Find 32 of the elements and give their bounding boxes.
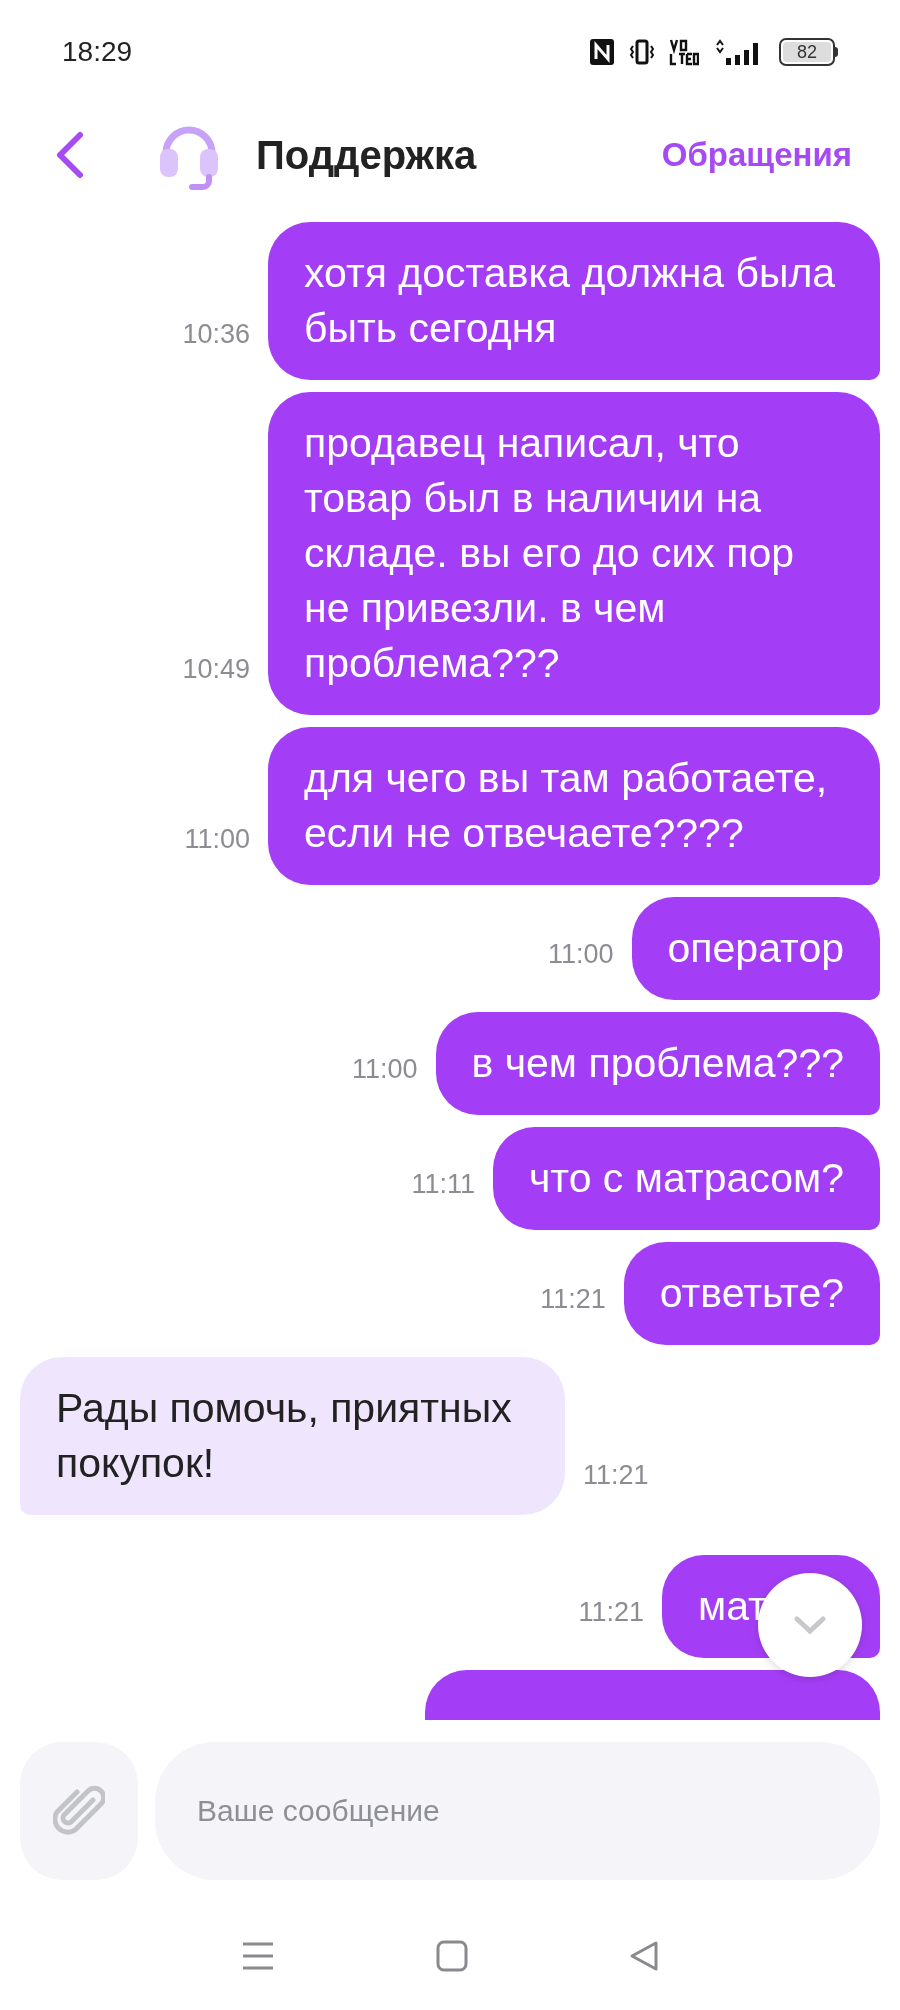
nfc-icon [589,38,615,66]
message-time: 11:11 [411,1167,475,1201]
outgoing-message: оператор [631,897,880,1000]
message-time: 11:21 [583,1458,649,1492]
incoming-message: Рады помочь, приятных покупок! [20,1357,565,1515]
chat-title: Поддержка [256,132,477,179]
vibrate-icon [629,38,655,66]
home-icon[interactable] [436,1940,468,1972]
status-time: 18:29 [62,35,133,69]
back-nav-icon[interactable] [629,1940,660,1972]
outgoing-message: хотя доставка должна была быть сегодня [268,222,880,380]
outgoing-message: ответьте? [623,1242,880,1345]
outgoing-message: для чего вы там работаете, если не отвечаете???? [268,727,880,885]
outgoing-message: что с матрасом? [493,1127,880,1230]
battery-level: 82 [783,42,831,62]
attach-button[interactable] [20,1742,138,1880]
message-time: 11:00 [351,1052,418,1086]
message-time: 11:00 [548,937,614,971]
chevron-down-icon [793,1615,827,1635]
message-time: 11:00 [184,822,250,856]
requests-link[interactable]: Обращения [661,130,852,180]
message-time: 11:21 [540,1282,606,1316]
message-input-field[interactable]: Ваше сообщение [155,1742,880,1880]
paperclip-icon [53,1784,105,1838]
back-icon [56,131,84,179]
message-time: 11:21 [578,1595,644,1629]
menu-icon[interactable] [240,1941,275,1971]
outgoing-message: продавец написал, что товар был в наличии на складе. вы его до сих пор не привезли. в чем проблема??? [268,392,880,715]
message-time: 10:49 [182,652,250,686]
message-time: 10:36 [182,317,250,351]
volte-icon [669,38,699,66]
outgoing-message: в чем проблема??? [435,1012,880,1115]
